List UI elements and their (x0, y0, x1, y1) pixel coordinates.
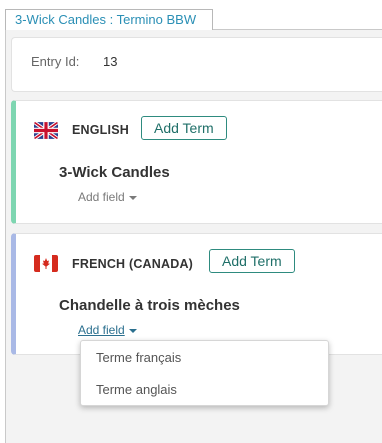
add-field-english[interactable]: Add field (78, 190, 137, 204)
add-field-french[interactable]: Add field (78, 323, 137, 337)
add-term-button-french[interactable]: Add Term (209, 249, 295, 273)
language-section-french: FRENCH (CANADA) Add Term Chandelle à tro… (11, 233, 382, 355)
entry-id-label: Entry Id: (31, 54, 80, 69)
language-section-english: ENGLISH Add Term 3-Wick Candles Add fiel… (11, 100, 382, 224)
uk-flag-icon (34, 122, 58, 139)
add-field-label: Add field (78, 323, 125, 337)
add-term-button-english[interactable]: Add Term (141, 116, 227, 140)
caret-down-icon (128, 195, 137, 200)
caret-down-icon (128, 328, 137, 333)
term-french[interactable]: Chandelle à trois mèches (59, 297, 240, 314)
language-name-french: FRENCH (CANADA) (72, 257, 194, 271)
canada-flag-icon (34, 255, 58, 272)
dropdown-item-terme-anglais[interactable]: Terme anglais (96, 382, 177, 397)
add-field-label: Add field (78, 190, 125, 204)
tab-entry[interactable]: 3-Wick Candles : Termino BBW (5, 9, 213, 30)
language-name-english: ENGLISH (72, 123, 129, 137)
term-english[interactable]: 3-Wick Candles (59, 164, 170, 181)
dropdown-item-terme-francais[interactable]: Terme français (96, 350, 181, 365)
add-field-dropdown: Terme français Terme anglais (80, 340, 329, 406)
entry-id-value: 13 (103, 54, 118, 69)
entry-id-card: Entry Id: 13 (11, 37, 382, 92)
